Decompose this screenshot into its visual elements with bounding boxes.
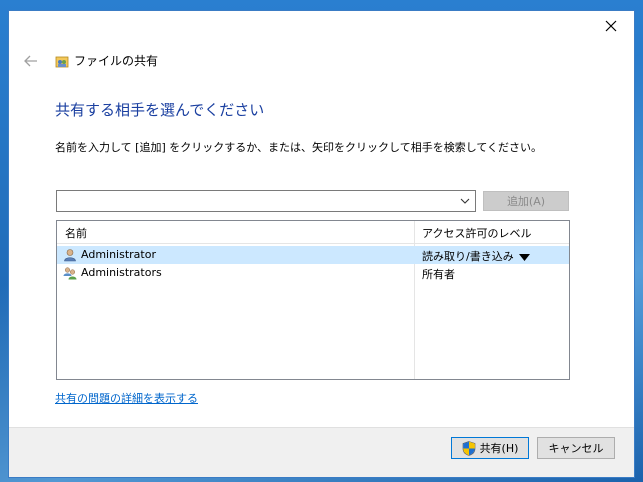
page-heading: 共有する相手を選んでください	[55, 101, 265, 119]
caret-down-icon	[519, 254, 530, 261]
window-title: ファイルの共有	[74, 54, 159, 68]
dialog-footer: 共有(H) キャンセル	[9, 427, 634, 477]
sharing-problems-link[interactable]: 共有の問題の詳細を表示する	[55, 390, 198, 406]
back-button[interactable]	[19, 51, 43, 71]
row-permission: 所有者	[422, 268, 455, 281]
add-button[interactable]: 追加(A)	[483, 191, 569, 211]
instruction-text: 名前を入力して [追加] をクリックするか、または、矢印をクリックして相手を検索…	[55, 141, 543, 154]
list-row-administrators[interactable]: Administrators 所有者	[57, 264, 569, 282]
share-list: 名前 アクセス許可のレベル Administrator 読み取り/書き込み Ad…	[56, 220, 570, 380]
share-button-label: 共有(H)	[479, 442, 519, 455]
column-divider	[414, 221, 415, 379]
permission-dropdown-button[interactable]	[519, 250, 530, 264]
user-group-icon	[63, 267, 77, 280]
column-header-name[interactable]: 名前	[65, 225, 87, 241]
share-dialog: ファイルの共有 共有する相手を選んでください 名前を入力して [追加] をクリッ…	[8, 10, 635, 478]
row-name: Administrator	[81, 248, 156, 261]
window-title-row: ファイルの共有	[55, 52, 158, 69]
combo-dropdown-button[interactable]	[458, 191, 472, 211]
column-header-permission[interactable]: アクセス許可のレベル	[422, 225, 531, 241]
row-permission[interactable]: 読み取り/書き込み	[422, 248, 514, 264]
close-icon	[605, 20, 617, 32]
close-button[interactable]	[588, 11, 634, 41]
user-icon	[64, 249, 76, 262]
cancel-button-label: キャンセル	[548, 442, 604, 455]
list-header: 名前 アクセス許可のレベル	[57, 221, 569, 244]
chevron-down-icon	[460, 198, 470, 204]
share-button[interactable]: 共有(H)	[451, 437, 529, 459]
cancel-button[interactable]: キャンセル	[537, 437, 615, 459]
row-name: Administrators	[81, 266, 162, 279]
back-arrow-icon	[24, 55, 37, 67]
user-combo-input[interactable]	[56, 190, 476, 212]
uac-shield-icon	[462, 440, 475, 456]
list-row-administrator[interactable]: Administrator 読み取り/書き込み	[57, 246, 569, 264]
shared-folder-icon	[55, 56, 69, 67]
